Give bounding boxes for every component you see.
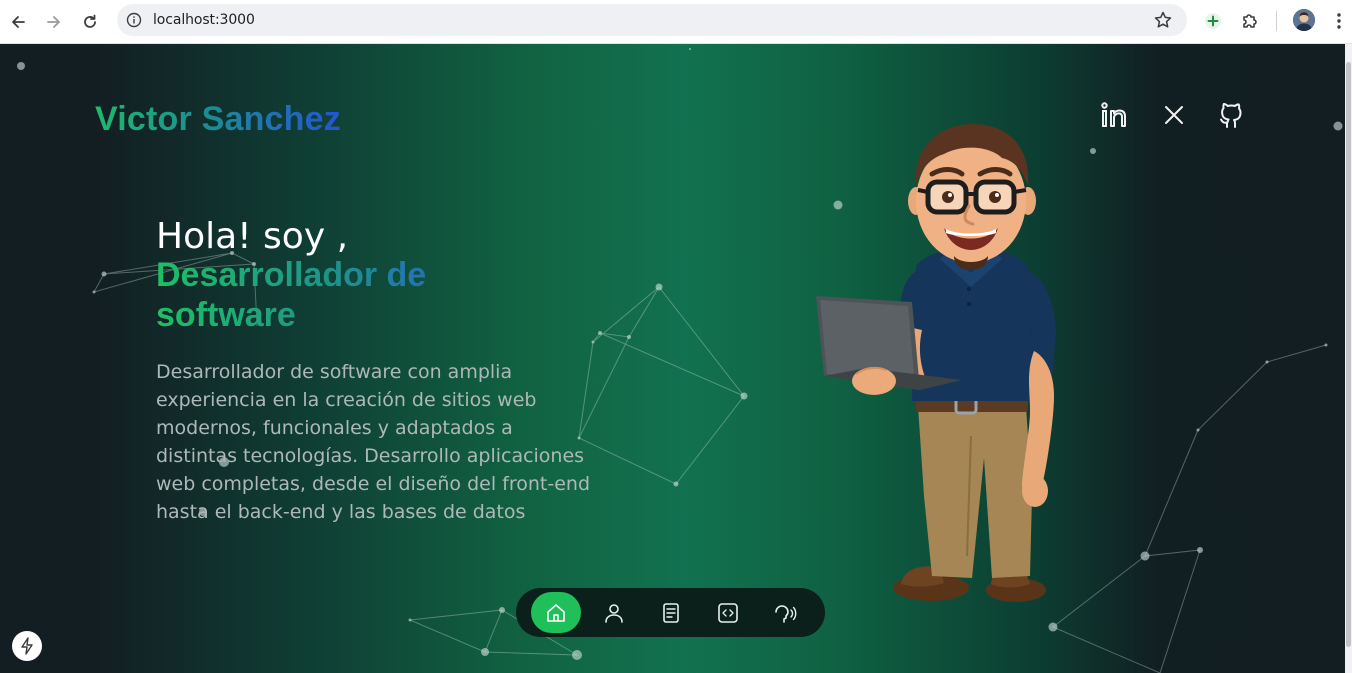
document-icon [662,602,679,623]
role-title: Desarrollador de software [156,255,496,335]
contact-speech-icon [774,604,796,623]
dock-home[interactable] [531,592,581,633]
toolbar-divider [1276,11,1277,31]
home-icon [547,603,565,622]
site-info-icon[interactable] [126,12,142,28]
dock-resume[interactable] [650,592,691,633]
user-icon [604,603,623,623]
x-icon[interactable] [1159,100,1189,130]
address-bar[interactable]: localhost:3000 [117,4,1187,36]
dock-contact[interactable] [764,592,805,633]
url-text[interactable]: localhost:3000 [153,12,255,28]
reload-icon[interactable] [78,10,102,34]
page-scrollbar[interactable] [1345,44,1352,673]
developer-avatar-illustration [816,124,1056,602]
dock-about[interactable] [593,592,634,633]
github-icon[interactable] [1216,100,1246,130]
portfolio-page: Victor Sanchez Hola! soy , Desarrollador… [0,44,1345,673]
greeting-text: Hola! soy , [156,216,349,257]
scrollbar-thumb[interactable] [1346,62,1351,647]
linkedin-icon[interactable] [1100,100,1130,130]
hero-description: Desarrollador de software con amplia exp… [156,361,591,523]
code-icon [717,602,738,623]
dev-tools-bolt-button[interactable] [12,631,42,661]
dock-projects[interactable] [707,592,748,633]
lightning-icon [21,637,33,655]
back-icon[interactable] [6,10,30,34]
profile-avatar[interactable] [1293,9,1315,31]
forward-icon[interactable] [42,10,66,34]
browser-toolbar: localhost:3000 [0,0,1352,44]
bookmark-star-icon[interactable] [1153,10,1173,30]
menu-kebab-icon[interactable] [1328,10,1350,32]
extensions-puzzle-icon[interactable] [1239,10,1261,32]
brand-name[interactable]: Victor Sanchez [95,100,341,139]
extension-plus-icon[interactable] [1202,10,1224,32]
bottom-dock-nav [516,588,825,637]
